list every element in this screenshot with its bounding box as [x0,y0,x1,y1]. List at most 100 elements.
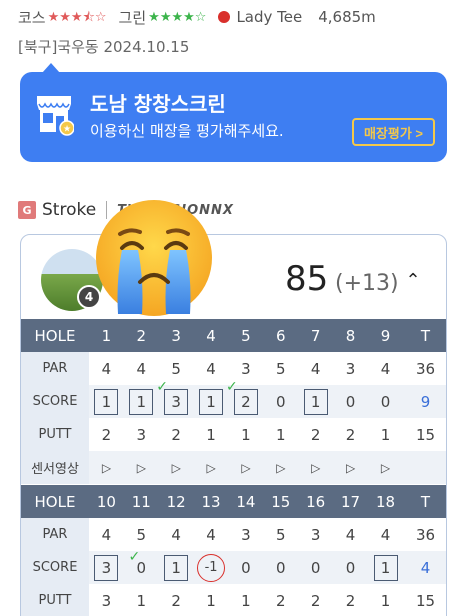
par-total: 36 [415,525,436,544]
putt-cell: 2 [101,425,112,444]
play-icon[interactable]: ▷ [158,451,194,484]
putt-label: PUTT [21,584,89,616]
green-rating-stars: ★ ★ ★ ★ ☆ [148,11,206,24]
mode-label: Stroke [42,200,97,220]
hole-number: 18 [368,485,403,518]
score-cell: 0 [298,551,334,584]
score-cell: 0 [333,551,368,584]
play-icon[interactable]: ▷ [333,451,368,484]
table-row: PAR 4 5 4 4 3 5 3 4 4 36 [21,518,446,551]
star-full-icon: ★ [183,9,195,25]
star-full-icon: ★ [148,9,160,25]
hole-number: 12 [158,485,194,518]
score-cell: 0 [263,385,299,418]
par-cell: 4 [136,359,147,378]
crying-face-emoji-icon [96,200,212,316]
putt-cell: 2 [345,425,356,444]
hole-number: 16 [298,485,334,518]
play-icon[interactable]: ▷ [263,451,299,484]
play-icon[interactable]: ▷ [298,451,334,484]
table-row: HOLE 1 2 3 4 5 6 7 8 9 T [21,319,446,352]
score-cell: 0 [368,385,403,418]
hole-number: 8 [333,319,368,352]
par-cell: 4 [206,525,216,544]
course-rating-stars: ★ ★ ★ ⯪ ☆ [48,11,107,24]
store-icon: ★ [37,96,74,136]
putt-cell: 1 [276,425,286,444]
score-cell: 0 [123,549,159,584]
putt-cell: 2 [345,591,356,610]
hole-number: 1 [89,319,124,352]
score-cell: 1 [123,385,159,418]
play-icon[interactable]: ▷ [193,451,229,484]
putt-cell: 1 [136,591,147,610]
star-full-icon: ★ [70,9,83,25]
hole-number: 10 [89,485,124,518]
score-cell: 2 [226,379,264,418]
hole-number: 15 [263,485,299,518]
total-header: T [403,319,446,352]
par-label: PAR [21,518,89,551]
star-full-icon: ★ [171,9,184,25]
bogey-box: 2 [233,388,258,415]
hole-number: 14 [228,485,264,518]
par-cell: 3 [345,359,356,378]
score-cell: 1 [158,551,194,584]
hole-label: HOLE [21,485,89,518]
hole-number: 7 [298,319,334,352]
par-label: PAR [21,352,89,385]
par-cell: 5 [276,525,286,544]
sensor-video-label: 센서영상 [21,451,89,484]
score-cell: 0 [263,551,299,584]
hole-number: 6 [263,319,299,352]
bogey-box: 1 [373,554,398,581]
putt-cell: 2 [310,591,321,610]
back-nine-table: HOLE 10 11 12 13 14 15 16 17 18 T PAR 4 … [21,485,446,616]
par-total: 36 [415,359,436,378]
putt-cell: 3 [101,591,112,610]
putt-total: 15 [415,425,436,444]
score-cell: 1 [298,385,334,418]
putt-cell: 1 [241,425,251,444]
putt-total: 15 [415,591,436,610]
putt-cell: 2 [310,425,321,444]
play-icon[interactable]: ▷ [89,451,124,484]
bogey-box: 3 [164,388,189,415]
course-rating-label: 코스 [18,8,46,27]
star-half-icon: ⯪ [82,9,95,25]
par-cell: 4 [101,359,112,378]
table-row: SCORE 3 0 1 -1 0 0 0 0 1 4 [21,549,446,584]
hole-number: 9 [368,319,403,352]
putt-cell: 1 [241,591,251,610]
putt-cell: 2 [171,591,181,610]
mode-badge: G [18,201,36,219]
front-nine-table: HOLE 1 2 3 4 5 6 7 8 9 T PAR 4 4 5 4 3 5… [21,319,446,484]
banner-subtitle: 이용하신 매장을 평가해주세요. [90,122,284,140]
hole-label: HOLE [21,319,89,352]
bogey-box: 1 [303,388,328,415]
collapse-chevron-up-icon[interactable]: ⌃ [401,271,425,291]
play-icon[interactable]: ▷ [368,451,403,484]
empty-cell [403,451,446,484]
putt-cell: 2 [276,591,286,610]
course-distance: 4,685m [318,8,376,26]
bogey-box: 1 [129,388,154,415]
putt-cell: 2 [171,425,181,444]
putt-cell: 1 [380,591,391,610]
check-icon: 0 [129,549,146,577]
table-row: PUTT 3 1 2 1 1 2 2 2 1 15 [21,584,446,616]
check-icon: 2 [226,379,258,415]
total-over-par: (+13) [335,271,399,296]
hole-number: 5 [228,319,264,352]
store-rating-banner[interactable]: ★ 도남 창창스크린 이용하신 매장을 평가해주세요. 매장평가 > [20,72,447,162]
par-cell: 4 [101,525,112,544]
score-cell: 1 [193,385,229,418]
par-cell: 4 [380,359,391,378]
score-total: 9 [403,385,446,418]
star-empty-icon: ☆ [194,9,207,25]
par-cell: 4 [345,525,356,544]
play-icon[interactable]: ▷ [123,451,159,484]
play-icon[interactable]: ▷ [228,451,264,484]
store-rate-button[interactable]: 매장평가 > [351,118,435,146]
score-label: SCORE [21,551,89,584]
